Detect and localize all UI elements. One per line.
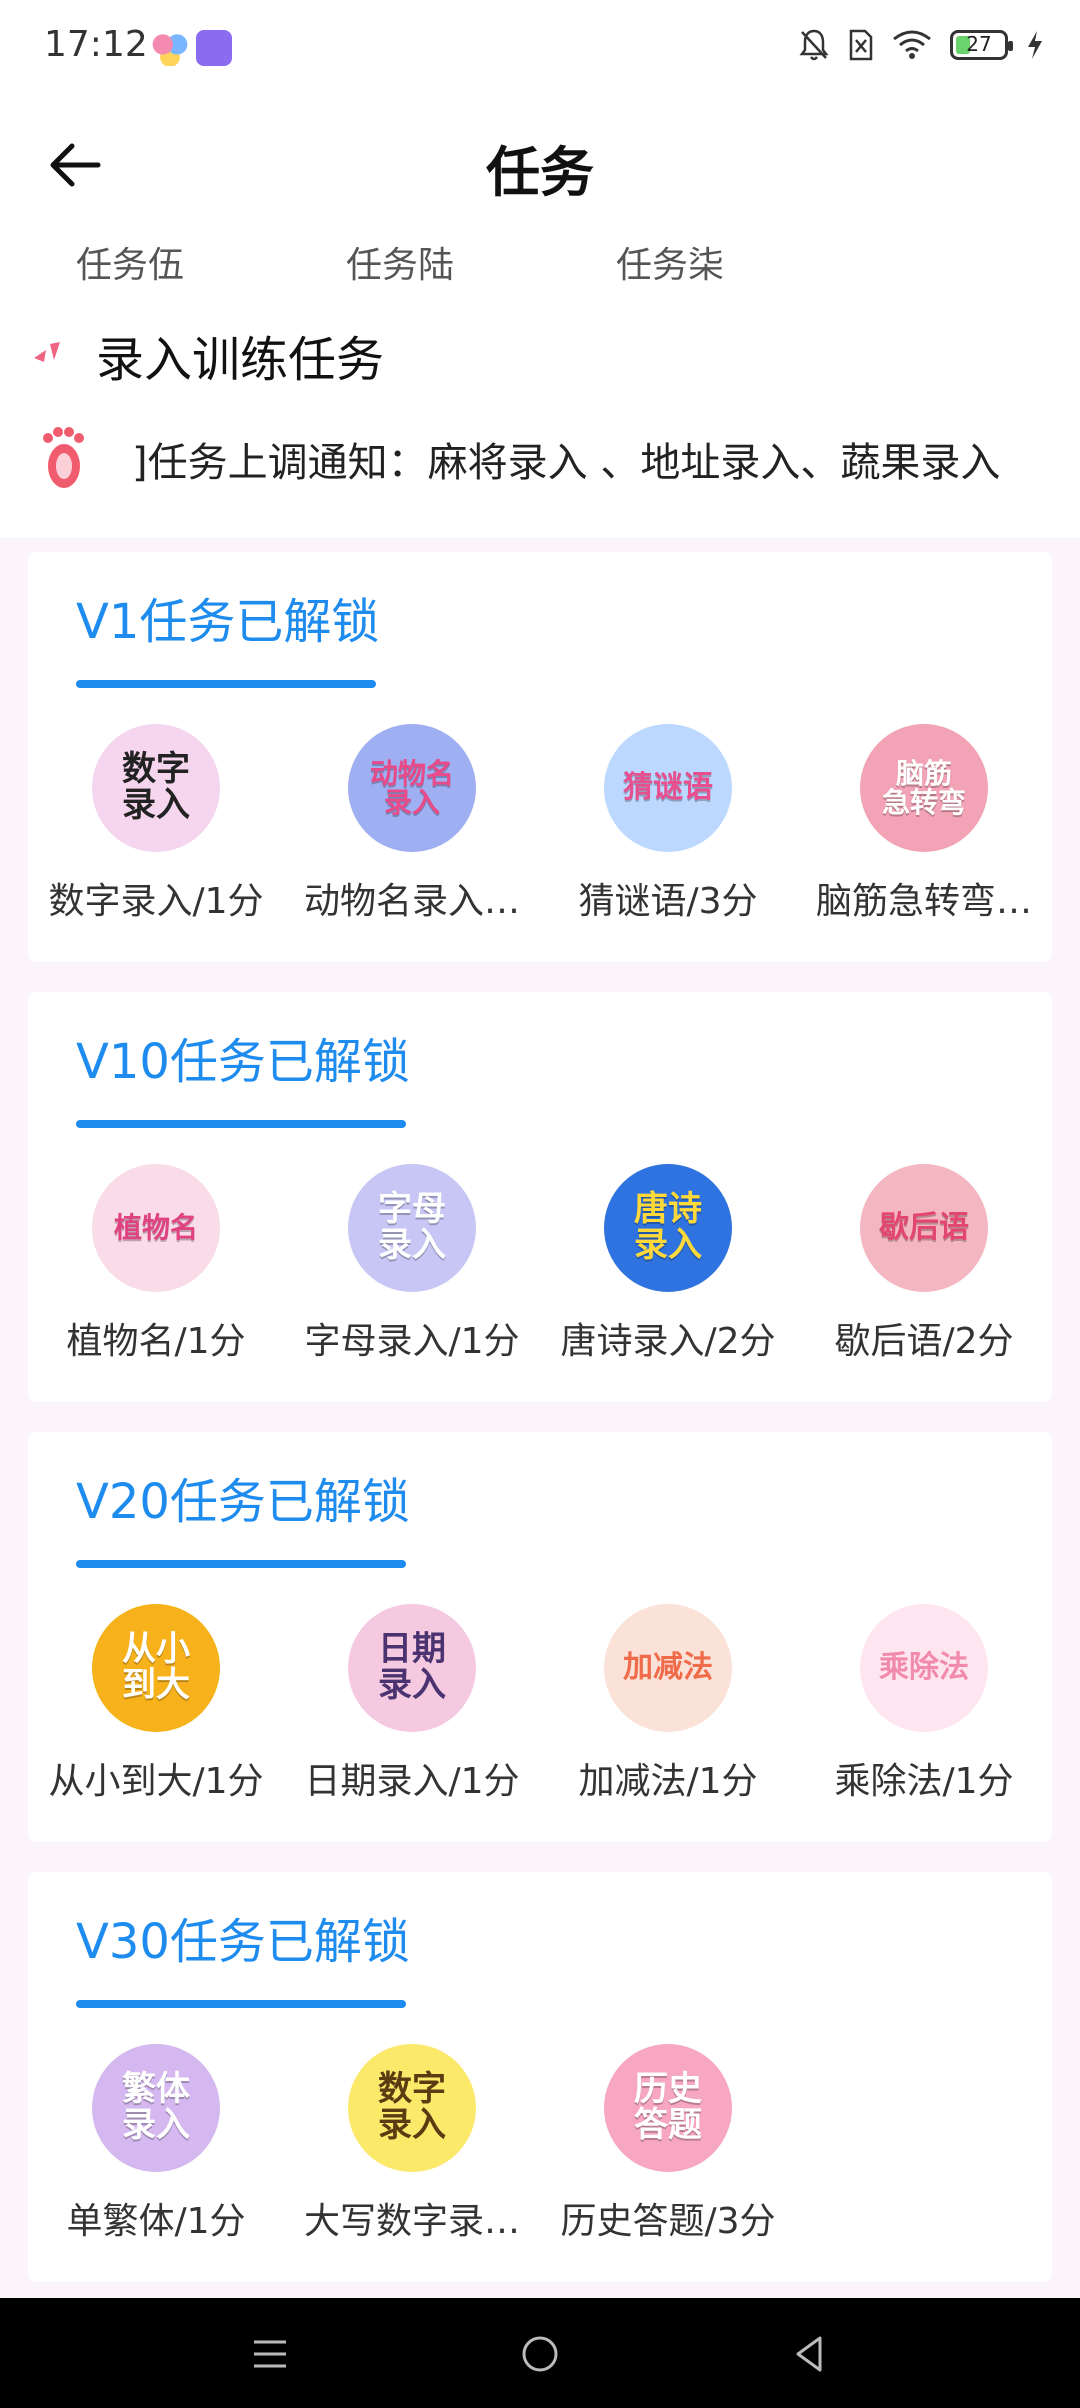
task-item[interactable]: 从小 到大 从小到大/1分 <box>28 1604 284 1804</box>
task-label: 动物名录入… <box>303 881 520 922</box>
task-label: 从小到大/1分 <box>48 1761 264 1802</box>
footprint-icon <box>43 427 84 488</box>
app-notification-icon <box>196 30 232 66</box>
task-tabs: 任务伍 任务陆 任务柒 <box>76 236 886 288</box>
home-icon[interactable] <box>520 2334 560 2374</box>
notice-marquee[interactable]: ]任务上调通知：麻将录入 、地址录入、蔬果录入 <box>36 420 1080 500</box>
pennant-icon <box>34 342 60 362</box>
status-icons: 27 <box>798 28 1044 62</box>
card-title-underline <box>76 680 376 688</box>
task-label: 历史答题/3分 <box>560 2201 776 2242</box>
addition-subtraction-icon: 加减法 <box>604 1604 732 1732</box>
app-notification-icon <box>152 30 188 66</box>
task-list[interactable]: V1任务已解锁 数字 录入 数字录入/1分 动物名 录入 动物名录入… 猜谜语 … <box>0 538 1080 2298</box>
capital-number-icon: 数字 录入 <box>348 2044 476 2172</box>
tab-task-5[interactable]: 任务伍 <box>76 236 346 288</box>
task-item[interactable]: 歇后语 歇后语/2分 <box>796 1164 1052 1364</box>
task-label: 字母录入/1分 <box>304 1321 520 1362</box>
task-item[interactable]: 加减法 加减法/1分 <box>540 1604 796 1804</box>
history-quiz-icon: 历史 答题 <box>604 2044 732 2172</box>
task-card-v10: V10任务已解锁 植物名 植物名/1分 字母 录入 字母录入/1分 唐诗 录入 … <box>28 992 1052 1402</box>
task-label: 大写数字录… <box>303 2201 520 2242</box>
task-label: 唐诗录入/2分 <box>560 1321 776 1362</box>
task-item[interactable]: 唐诗 录入 唐诗录入/2分 <box>540 1164 796 1364</box>
card-title: V1任务已解锁 <box>76 594 380 650</box>
traditional-chinese-icon: 繁体 录入 <box>92 2044 220 2172</box>
tab-task-7[interactable]: 任务柒 <box>616 236 886 288</box>
battery-icon: 27 <box>950 30 1013 60</box>
task-label: 乘除法/1分 <box>834 1761 1014 1802</box>
brain-teaser-icon: 脑筋 急转弯 <box>860 724 988 852</box>
card-title-underline <box>76 1560 406 1568</box>
task-card-v20: V20任务已解锁 从小 到大 从小到大/1分 日期 录入 日期录入/1分 加减法… <box>28 1432 1052 1842</box>
task-item[interactable]: 历史 答题 历史答题/3分 <box>540 2044 796 2244</box>
riddle-icon: 猜谜语 <box>604 724 732 852</box>
task-item[interactable]: 动物名 录入 动物名录入… <box>284 724 540 924</box>
section-title: 录入训练任务 <box>96 332 385 388</box>
task-label: 数字录入/1分 <box>48 881 264 922</box>
card-title-underline <box>76 1120 406 1128</box>
task-item[interactable]: 植物名 植物名/1分 <box>28 1164 284 1364</box>
menu-icon[interactable] <box>250 2336 290 2372</box>
xiehouyu-icon: 歇后语 <box>860 1164 988 1292</box>
notice-text: ]任务上调通知：麻将录入 、地址录入、蔬果录入 <box>132 440 1001 486</box>
status-bar: 17:12 27 <box>0 0 1080 96</box>
task-label: 猜谜语/3分 <box>578 881 758 922</box>
task-item[interactable]: 脑筋 急转弯 脑筋急转弯… <box>796 724 1052 924</box>
plant-name-icon: 植物名 <box>92 1164 220 1292</box>
sim-off-icon <box>849 29 873 61</box>
bell-off-icon <box>799 29 829 61</box>
task-card-v30: V30任务已解锁 繁体 录入 单繁体/1分 数字 录入 大写数字录… 历史 答题… <box>28 1872 1052 2282</box>
task-label: 歇后语/2分 <box>834 1321 1014 1362</box>
card-title-underline <box>76 2000 406 2008</box>
charging-icon <box>1028 31 1042 59</box>
system-nav-bar <box>0 2298 1080 2408</box>
task-item[interactable]: 数字 录入 数字录入/1分 <box>28 724 284 924</box>
task-card-v1: V1任务已解锁 数字 录入 数字录入/1分 动物名 录入 动物名录入… 猜谜语 … <box>28 552 1052 962</box>
task-item[interactable]: 繁体 录入 单繁体/1分 <box>28 2044 284 2244</box>
tab-task-6[interactable]: 任务陆 <box>346 236 616 288</box>
task-label: 脑筋急转弯… <box>815 881 1032 922</box>
section-header: 录入训练任务 <box>30 320 384 390</box>
back-icon[interactable] <box>790 2334 830 2374</box>
multiplication-division-icon: 乘除法 <box>860 1604 988 1732</box>
number-entry-icon: 数字 录入 <box>92 724 220 852</box>
card-title: V30任务已解锁 <box>76 1914 410 1970</box>
task-label: 植物名/1分 <box>66 1321 246 1362</box>
status-time: 17:12 <box>44 24 148 65</box>
page-title: 任务 <box>486 141 594 204</box>
task-label: 单繁体/1分 <box>66 2201 246 2242</box>
task-label: 日期录入/1分 <box>304 1761 520 1802</box>
task-item[interactable]: 字母 录入 字母录入/1分 <box>284 1164 540 1364</box>
date-entry-icon: 日期 录入 <box>348 1604 476 1732</box>
card-title: V20任务已解锁 <box>76 1474 410 1530</box>
task-item[interactable]: 猜谜语 猜谜语/3分 <box>540 724 796 924</box>
wifi-icon <box>893 30 931 59</box>
animal-name-icon: 动物名 录入 <box>348 724 476 852</box>
task-item[interactable]: 数字 录入 大写数字录… <box>284 2044 540 2244</box>
task-item[interactable]: 乘除法 乘除法/1分 <box>796 1604 1052 1804</box>
task-item[interactable]: 日期 录入 日期录入/1分 <box>284 1604 540 1804</box>
card-title: V10任务已解锁 <box>76 1034 410 1090</box>
letter-entry-icon: 字母 录入 <box>348 1164 476 1292</box>
tang-poem-icon: 唐诗 录入 <box>604 1164 732 1292</box>
task-label: 加减法/1分 <box>578 1761 758 1802</box>
small-to-large-icon: 从小 到大 <box>92 1604 220 1732</box>
